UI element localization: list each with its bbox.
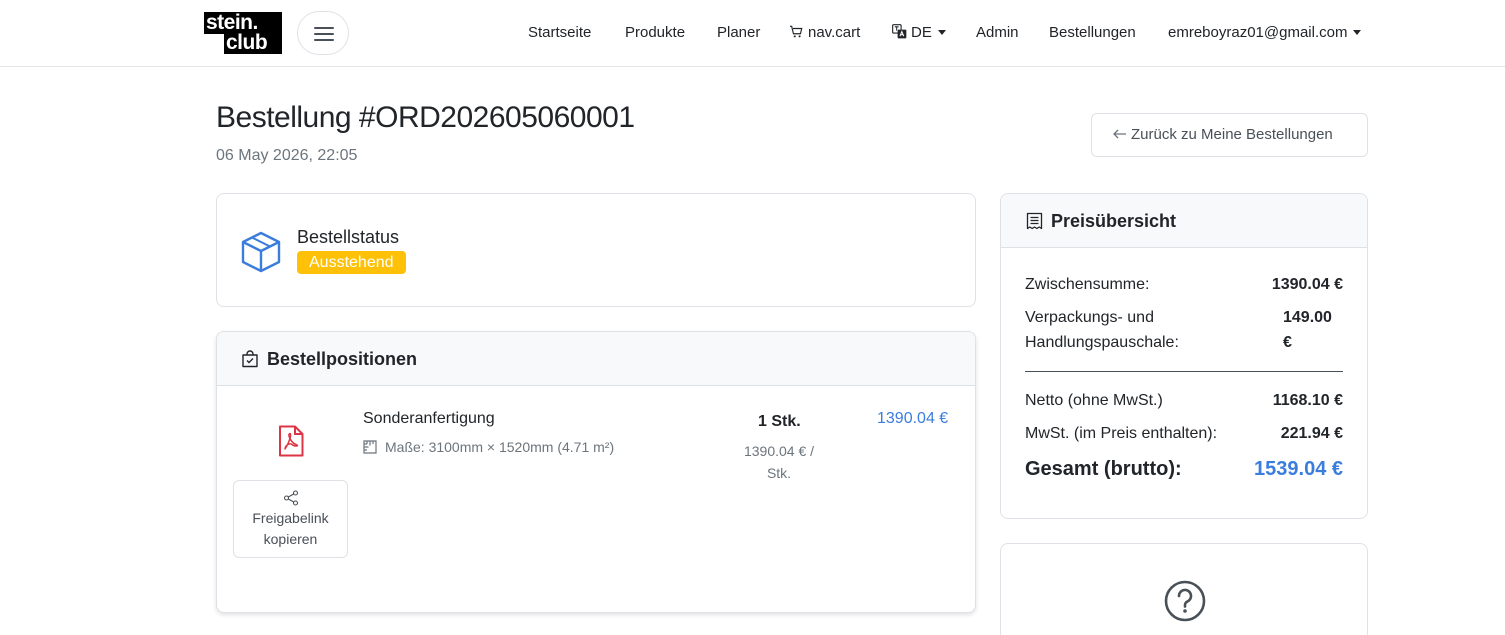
copy-share-link-button[interactable]: Freigabelink kopieren: [233, 480, 348, 558]
language-dropdown[interactable]: DE: [892, 24, 946, 42]
vat-value: 221.94 €: [1280, 425, 1343, 442]
user-dropdown[interactable]: emreboyraz01@gmail.com: [1168, 24, 1362, 42]
cart-icon: [789, 25, 803, 38]
back-to-orders-button[interactable]: Zurück zu Meine Bestellungen: [1091, 113, 1368, 157]
price-card-title: Preisübersicht: [1051, 211, 1177, 231]
nav-link-planer[interactable]: Planer: [717, 24, 760, 42]
item-dimensions: Maße: 3100mm × 1520mm (4.71 m²): [363, 439, 614, 455]
page-title: Bestellung #ORD202605060001: [216, 101, 635, 134]
nav-link-startseite[interactable]: Startseite: [528, 24, 591, 42]
receipt-icon: [1026, 212, 1043, 230]
status-title: Bestellstatus: [297, 227, 400, 247]
chevron-down-icon: [937, 29, 946, 35]
menu-toggle-button[interactable]: [297, 11, 349, 55]
pdf-icon[interactable]: [277, 425, 305, 457]
chevron-down-icon: [1353, 29, 1362, 35]
question-circle-icon: [1164, 580, 1206, 622]
items-card-header: Bestellpositionen: [217, 332, 975, 386]
bag-check-icon: [242, 350, 258, 368]
item-unit-price: 1390.04 € / Stk.: [743, 443, 815, 481]
share-icon: [283, 490, 298, 506]
user-email: emreboyraz01@gmail.com: [1168, 24, 1348, 41]
nav-link-admin[interactable]: Admin: [976, 24, 1019, 42]
item-name: Sonderanfertigung: [363, 410, 495, 427]
nav-link-cart[interactable]: nav.cart: [789, 24, 860, 42]
item-dimensions-text: Maße: 3100mm × 1520mm (4.71 m²): [385, 439, 615, 455]
box-icon: [241, 231, 281, 273]
packaging-value: 149.00 €: [1283, 309, 1332, 351]
items-card-title: Bestellpositionen: [267, 349, 418, 369]
total-value: 1539.04 €: [1254, 458, 1343, 480]
hamburger-line: [314, 33, 334, 35]
translate-icon: [892, 24, 907, 39]
nav-link-bestellungen[interactable]: Bestellungen: [1049, 24, 1136, 42]
nav-link-produkte[interactable]: Produkte: [625, 24, 685, 42]
item-quantity: 1 Stk.: [758, 413, 801, 430]
subtotal-value: 1390.04 €: [1271, 276, 1343, 293]
vat-label: MwSt. (im Preis enthalten):: [1025, 425, 1218, 442]
hamburger-line: [314, 27, 334, 29]
help-card: [1000, 543, 1368, 635]
divider: [1025, 371, 1343, 372]
nav-cart-label: nav.cart: [808, 24, 861, 41]
top-navbar: stein. club Startseite Produkte Planer n…: [0, 0, 1505, 67]
language-label: DE: [911, 24, 932, 41]
order-date: 06 May 2026, 22:05: [216, 147, 358, 164]
logo-line2: club: [224, 32, 282, 54]
packaging-label: Verpackungs- und Handlungspauschale:: [1025, 309, 1179, 351]
ruler-icon: [363, 440, 377, 454]
arrow-left-icon: [1113, 114, 1131, 156]
order-status-card: Bestellstatus Ausstehend: [216, 193, 976, 307]
item-price: 1390.04 €: [877, 410, 949, 427]
net-label: Netto (ohne MwSt.): [1025, 392, 1163, 409]
net-value: 1168.10 €: [1272, 392, 1343, 409]
total-label: Gesamt (brutto):: [1025, 458, 1182, 480]
site-logo[interactable]: stein. club: [204, 12, 282, 54]
price-card-header: Preisübersicht: [1001, 194, 1367, 248]
subtotal-label: Zwischensumme:: [1025, 276, 1150, 293]
status-badge: Ausstehend: [297, 251, 406, 274]
hamburger-line: [314, 39, 334, 41]
back-button-label: Zurück zu Meine Bestellungen: [1131, 126, 1333, 143]
share-button-label: Freigabelink kopieren: [252, 510, 329, 547]
order-items-card: Bestellpositionen Freigabelink kopieren …: [216, 331, 976, 613]
price-overview-card: Preisübersicht Zwischensumme: 1390.04 € …: [1000, 193, 1368, 519]
